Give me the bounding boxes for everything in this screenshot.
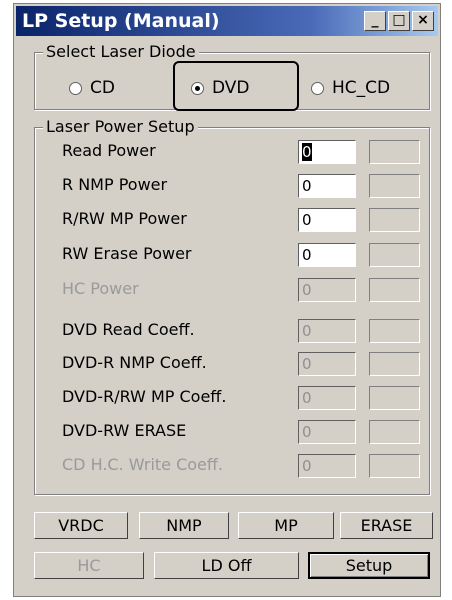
readout-dvd-rw-erase	[369, 420, 420, 444]
selection-highlight	[173, 61, 299, 111]
readout-read-power	[369, 140, 420, 164]
radio-cd-dot[interactable]	[69, 81, 82, 95]
input-cd-hc-write-coeff: 0	[298, 454, 356, 478]
laser-diode-legend: Select Laser Diode	[43, 42, 199, 61]
radio-hc-cd[interactable]: HC_CD	[311, 78, 390, 98]
readout-dvd-r-rw-mp-coeff	[369, 386, 420, 410]
title-buttons: _ □ ×	[364, 11, 434, 31]
radio-cd[interactable]: CD	[69, 78, 115, 98]
input-rw-erase-power[interactable]: 0	[298, 243, 356, 267]
radio-hc-cd-label: HC_CD	[332, 78, 391, 98]
label-r-nmp-power: R NMP Power	[62, 175, 168, 194]
nmp-button[interactable]: NMP	[139, 512, 229, 539]
readout-r-rw-mp-power	[369, 208, 420, 232]
readout-dvd-r-nmp-coeff	[369, 352, 420, 376]
maximize-button[interactable]: □	[388, 11, 410, 31]
label-r-rw-mp-power: R/RW MP Power	[62, 209, 187, 228]
close-button[interactable]: ×	[412, 11, 434, 31]
label-dvd-read-coeff: DVD Read Coeff.	[62, 320, 195, 339]
label-hc-power: HC Power	[62, 279, 139, 298]
label-read-power: Read Power	[62, 141, 156, 160]
hc-button: HC	[34, 552, 144, 579]
readout-cd-hc-write-coeff	[369, 454, 420, 478]
readout-r-nmp-power	[369, 174, 420, 198]
label-rw-erase-power: RW Erase Power	[62, 244, 192, 263]
value-read-power: 0	[302, 143, 312, 161]
label-dvd-r-nmp-coeff: DVD-R NMP Coeff.	[62, 353, 207, 372]
label-cd-hc-write-coeff: CD H.C. Write Coeff.	[62, 455, 223, 474]
window-title: LP Setup (Manual)	[22, 10, 220, 32]
input-dvd-r-rw-mp-coeff[interactable]: 0	[298, 386, 356, 410]
radio-cd-label: CD	[90, 78, 115, 98]
label-dvd-r-rw-mp-coeff: DVD-R/RW MP Coeff.	[62, 387, 227, 406]
input-r-nmp-power[interactable]: 0	[298, 174, 356, 198]
vrdc-button[interactable]: VRDC	[34, 512, 128, 539]
input-hc-power: 0	[298, 278, 356, 302]
readout-hc-power	[369, 278, 420, 302]
title-bar[interactable]: LP Setup (Manual) _ □ ×	[16, 6, 438, 36]
label-dvd-rw-erase: DVD-RW ERASE	[62, 421, 187, 440]
input-read-power[interactable]: 0	[298, 140, 356, 164]
laser-power-legend: Laser Power Setup	[43, 117, 198, 136]
setup-button[interactable]: Setup	[308, 552, 430, 579]
erase-button[interactable]: ERASE	[340, 512, 433, 539]
ld-off-button[interactable]: LD Off	[154, 552, 299, 579]
minimize-button[interactable]: _	[364, 11, 386, 31]
mp-button[interactable]: MP	[238, 512, 334, 539]
readout-dvd-read-coeff	[369, 319, 420, 343]
radio-hc-cd-dot[interactable]	[311, 81, 324, 95]
input-dvd-rw-erase[interactable]: 0	[298, 420, 356, 444]
lp-setup-window: LP Setup (Manual) _ □ × Select Laser Dio…	[13, 3, 441, 597]
input-r-rw-mp-power[interactable]: 0	[298, 208, 356, 232]
input-dvd-r-nmp-coeff[interactable]: 0	[298, 352, 356, 376]
readout-rw-erase-power	[369, 243, 420, 267]
input-dvd-read-coeff[interactable]: 0	[298, 319, 356, 343]
